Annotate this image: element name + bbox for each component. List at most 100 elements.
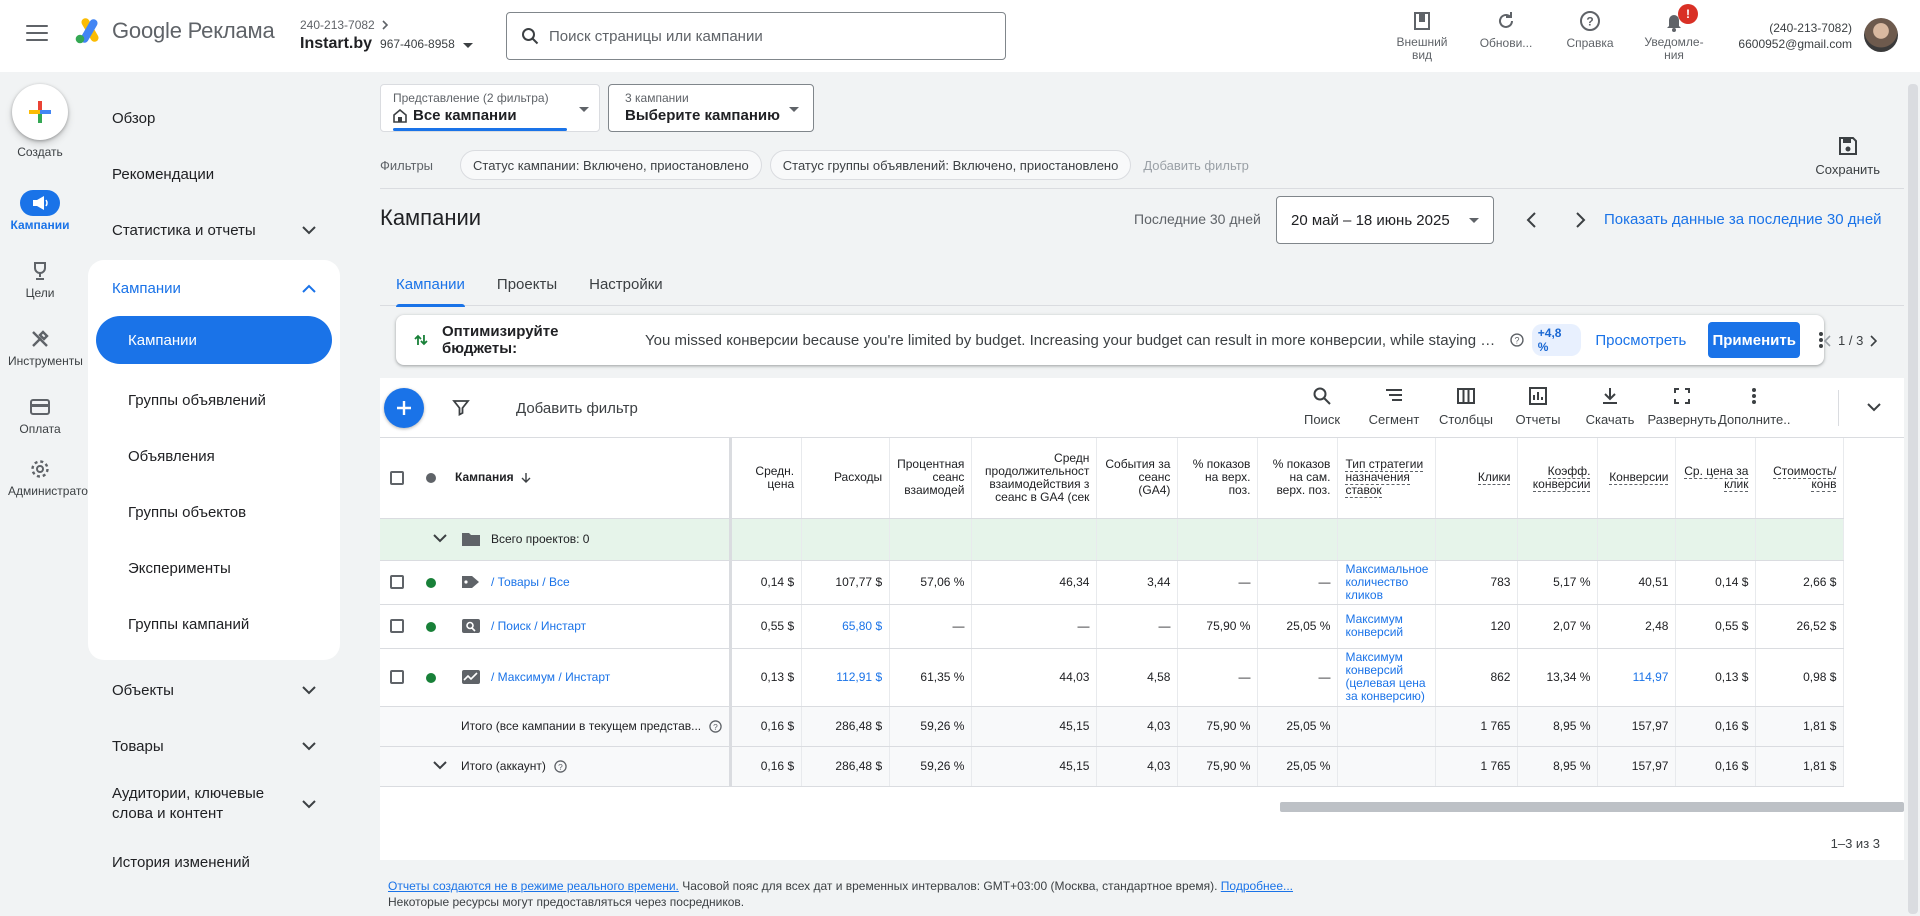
status-enabled-dot[interactable]	[426, 577, 436, 588]
table-row[interactable]: / Товары / Все 0,14 $107,77 $57,06 % 46,34…	[380, 560, 1845, 605]
help-icon[interactable]: ?	[1510, 333, 1524, 347]
account-switcher[interactable]: 240-213-7082 Instart.by 967-406-8958	[300, 18, 473, 53]
tab-campaigns[interactable]: Кампании	[380, 262, 481, 307]
realtime-report-link[interactable]: Отчеты создаются не в режиме реального в…	[388, 879, 679, 893]
menu-icon[interactable]	[26, 25, 48, 41]
tab-projects[interactable]: Проекты	[481, 262, 573, 306]
tool-reports[interactable]: Отчеты	[1502, 384, 1574, 427]
notifications-button[interactable]: ! Уведомле-ния	[1632, 4, 1716, 62]
tool-expand[interactable]: Развернуть	[1646, 384, 1718, 427]
rail-tools[interactable]: Инструменты	[0, 326, 83, 368]
chevron-right-icon[interactable]	[1869, 334, 1878, 347]
nav-products[interactable]: Товары	[88, 718, 340, 774]
cell-cost[interactable]: 112,91 $	[801, 648, 891, 707]
tool-columns[interactable]: Столбцы	[1430, 384, 1502, 427]
refresh-button[interactable]: Обнови...	[1464, 10, 1548, 62]
tool-search[interactable]: Поиск	[1286, 384, 1358, 427]
vertical-scrollbar[interactable]	[1906, 72, 1920, 916]
campaign-name-link[interactable]: / Товары / Все	[491, 575, 570, 589]
status-enabled-dot[interactable]	[426, 621, 436, 632]
chevron-left-icon[interactable]	[1824, 334, 1832, 347]
appearance-button[interactable]: Внешний вид	[1380, 10, 1464, 62]
sort-down-icon[interactable]	[521, 472, 531, 484]
recommendation-view-link[interactable]: Просмотреть	[1595, 332, 1686, 349]
chevron-left-icon[interactable]	[1520, 208, 1544, 232]
col-avg-duration[interactable]: Средн продолжительност взаимодействия з …	[985, 451, 1089, 504]
col-top-pct[interactable]: % показов на верх. поз.	[1193, 457, 1251, 497]
nav-audiences[interactable]: Аудитории, ключевые слова и контент	[88, 774, 340, 834]
help-button[interactable]: ? Справка	[1548, 10, 1632, 62]
rail-campaigns[interactable]: Кампании	[0, 190, 80, 232]
help-icon[interactable]: ?	[709, 719, 722, 733]
nav-history[interactable]: История изменений	[88, 834, 340, 890]
col-cost[interactable]: Расходы	[834, 470, 882, 484]
row-checkbox[interactable]	[390, 670, 404, 685]
col-avg-price[interactable]: Средн. цена	[755, 464, 794, 491]
col-abs-top-pct[interactable]: % показов на сам. верх. поз.	[1273, 457, 1331, 497]
cell-conversions[interactable]: 114,97	[1597, 648, 1677, 707]
nav-campaigns[interactable]: Кампании	[88, 260, 340, 316]
search-input[interactable]: Поиск страницы или кампании	[506, 12, 1006, 60]
tab-settings[interactable]: Настройки	[573, 262, 679, 306]
horizontal-scrollbar[interactable]	[1280, 802, 1904, 812]
filter-icon[interactable]	[452, 398, 470, 416]
save-button[interactable]: Сохранить	[1815, 136, 1880, 177]
rail-admin[interactable]: Администратор	[0, 456, 95, 498]
cell-strategy[interactable]: Максимум конверсий	[1337, 604, 1437, 649]
rail-goals[interactable]: Цели	[0, 258, 80, 300]
col-campaign[interactable]: Кампания	[455, 470, 514, 484]
user-info[interactable]: (240-213-7082) 6600952@gmail.com	[1720, 20, 1852, 52]
google-ads-logo[interactable]: Google Реклама	[74, 18, 275, 44]
col-conv-rate[interactable]: Коэфф. конверсии	[1532, 463, 1591, 492]
cell-strategy[interactable]: Максимум конверсий (целевая цена за конв…	[1337, 648, 1437, 707]
chevron-right-icon[interactable]	[1568, 208, 1592, 232]
rail-billing[interactable]: Оплата	[0, 394, 80, 436]
tool-segment[interactable]: Сегмент	[1358, 384, 1430, 427]
help-icon[interactable]: ?	[554, 759, 567, 773]
show-last-30-days-link[interactable]: Показать данные за последние 30 дней	[1604, 211, 1882, 228]
add-campaign-button[interactable]	[384, 388, 424, 428]
nav-sub-asset-groups[interactable]: Группы объектов	[88, 484, 340, 540]
col-engaged-pct[interactable]: Процентная сеанс взаимодей	[897, 457, 964, 497]
campaign-selector[interactable]: 3 кампании Выберите кампанию	[608, 84, 814, 132]
chevron-down-icon[interactable]	[432, 533, 448, 543]
chevron-down-icon[interactable]	[1866, 402, 1882, 412]
nav-stats[interactable]: Статистика и отчеты	[88, 202, 340, 258]
select-all-checkbox[interactable]	[390, 470, 404, 485]
col-cost-per-conv[interactable]: Стоимость/ конв	[1773, 463, 1837, 492]
nav-recommendations[interactable]: Рекомендации	[88, 146, 340, 202]
nav-sub-experiments[interactable]: Эксперименты	[88, 540, 340, 596]
chevron-down-icon[interactable]	[432, 760, 448, 770]
campaign-name-link[interactable]: / Максимум / Инстарт	[491, 670, 610, 684]
nav-sub-adgroups[interactable]: Группы объявлений	[88, 372, 340, 428]
nav-sub-campaign-groups[interactable]: Группы кампаний	[88, 596, 340, 652]
date-range-picker[interactable]: 20 май – 18 июнь 2025	[1276, 196, 1494, 244]
add-filter-link[interactable]: Добавить фильтр	[1143, 158, 1249, 173]
cell-strategy[interactable]: Максимальное количество кликов	[1337, 560, 1437, 605]
more-details-link[interactable]: Подробнее...	[1221, 879, 1293, 893]
tool-download[interactable]: Скачать	[1574, 384, 1646, 427]
cell-cost[interactable]: 65,80 $	[801, 604, 891, 649]
col-clicks[interactable]: Клики	[1477, 470, 1511, 486]
nav-assets[interactable]: Объекты	[88, 662, 340, 718]
filter-chip-adgroup-status[interactable]: Статус группы объявлений: Включено, прио…	[769, 150, 1132, 180]
tool-more[interactable]: Дополните...	[1718, 384, 1790, 427]
col-conversions[interactable]: Конверсии	[1609, 470, 1669, 486]
create-button[interactable]	[12, 84, 68, 140]
table-row[interactable]: / Поиск / Инстарт 0,55 $65,80 $ — — —75,90 %…	[380, 604, 1845, 649]
table-add-filter[interactable]: Добавить фильтр	[516, 400, 638, 417]
col-strategy[interactable]: Тип стратегии назначения ставок	[1345, 457, 1424, 499]
col-avg-cpc[interactable]: Ср. цена за клик	[1684, 463, 1749, 492]
campaign-name-link[interactable]: / Поиск / Инстарт	[491, 619, 586, 633]
status-enabled-dot[interactable]	[426, 672, 436, 683]
apply-button[interactable]: Применить	[1708, 322, 1801, 358]
table-row[interactable]: / Максимум / Инстарт 0,13 $112,91 $61,35 …	[380, 648, 1845, 707]
row-checkbox[interactable]	[390, 619, 404, 634]
nav-overview[interactable]: Обзор	[88, 90, 340, 146]
filter-chip-campaign-status[interactable]: Статус кампании: Включено, приостановлен…	[460, 150, 762, 180]
col-events[interactable]: События за сеанс (GA4)	[1105, 457, 1170, 497]
row-checkbox[interactable]	[390, 575, 404, 590]
nav-sub-ads[interactable]: Объявления	[88, 428, 340, 484]
view-selector[interactable]: Представление (2 фильтра) Все кампании	[380, 84, 600, 132]
avatar[interactable]	[1864, 18, 1898, 52]
